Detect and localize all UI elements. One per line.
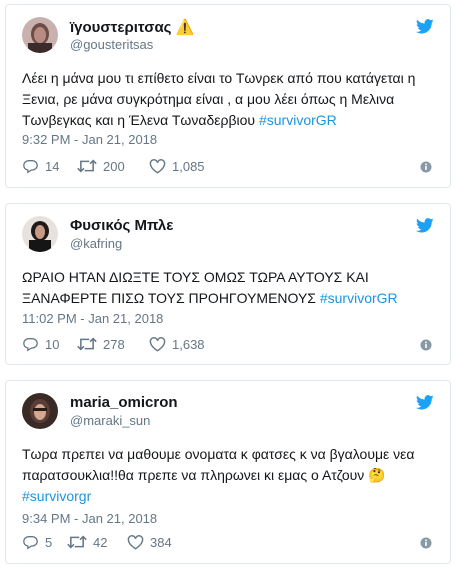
avatar[interactable]: [22, 393, 58, 429]
tweet-text: Τωρα πρεπει να μαθουμε ονοματα κ φατσες …: [22, 444, 434, 507]
retweet-icon: [77, 159, 97, 173]
tweet-body: Τωρα πρεπει να μαθουμε ονοματα κ φατσες …: [22, 446, 415, 483]
tweet-actions: 10 278 1,638: [22, 336, 434, 356]
thinking-face-emoji-icon: 🤔: [368, 467, 386, 483]
retweet-button[interactable]: 200: [77, 158, 125, 174]
like-count: 1,085: [172, 158, 205, 174]
retweet-button[interactable]: 42: [67, 534, 107, 550]
like-count: 1,638: [172, 336, 205, 352]
heart-icon: [127, 535, 144, 550]
retweet-count: 42: [93, 534, 108, 550]
reply-icon: [23, 536, 38, 550]
tweet-card[interactable]: maria_omicron @maraki_sun Τωρα πρεπει να…: [5, 380, 451, 564]
user-handle[interactable]: @maraki_sun: [70, 413, 150, 428]
reply-button[interactable]: 14: [22, 158, 59, 174]
retweet-count: 200: [103, 158, 125, 174]
display-name-text[interactable]: ïγουστεριτσας: [70, 19, 171, 36]
tweet-timestamp[interactable]: 9:32 PM - Jan 21, 2018: [22, 132, 157, 147]
tweet-header: Φυσικός Μπλε @kafring: [22, 216, 422, 256]
reply-count: 10: [45, 336, 60, 352]
avatar[interactable]: [22, 216, 58, 252]
tweet-timestamp[interactable]: 9:34 PM - Jan 21, 2018: [22, 511, 157, 526]
display-name[interactable]: maria_omicron: [70, 394, 178, 411]
like-button[interactable]: 1,638: [149, 336, 205, 352]
display-name[interactable]: Φυσικός Μπλε: [70, 217, 173, 234]
reply-count: 5: [45, 534, 53, 550]
tweet-timestamp[interactable]: 11:02 PM - Jan 21, 2018: [22, 311, 163, 326]
reply-icon: [23, 160, 38, 174]
tweet-body: Λέει η μάνα μου τι επίθετο είναι το Τωνρ…: [22, 70, 416, 128]
tweet-actions: 14 200 1,085: [22, 158, 434, 178]
user-handle[interactable]: @kafring: [70, 236, 122, 251]
info-icon[interactable]: [420, 537, 432, 549]
user-handle[interactable]: @gousteritsas: [70, 37, 153, 52]
like-button[interactable]: 1,085: [149, 158, 205, 174]
retweet-button[interactable]: 278: [77, 336, 125, 352]
reply-button[interactable]: 10: [22, 336, 59, 352]
tweet-header: ïγουστεριτσας ⚠️ @gousteritsas: [22, 17, 422, 57]
hashtag-link[interactable]: #survivorGR: [320, 290, 398, 306]
hashtag-link[interactable]: #survivorGR: [259, 112, 337, 128]
tweet-card[interactable]: Φυσικός Μπλε @kafring ΩΡΑΙΟ ΗΤΑΝ ΔΙΩΞΤΕ …: [5, 203, 451, 365]
twitter-bird-icon[interactable]: [416, 218, 434, 233]
tweet-body: ΩΡΑΙΟ ΗΤΑΝ ΔΙΩΞΤΕ ΤΟΥΣ ΟΜΩΣ ΤΩΡΑ ΑΥΤΟΥΣ …: [22, 269, 369, 306]
info-icon[interactable]: [420, 339, 432, 351]
hashtag-link[interactable]: #survivorgr: [22, 488, 91, 504]
warning-emoji-icon: ⚠️: [175, 19, 195, 36]
info-icon[interactable]: [420, 161, 432, 173]
tweet-header: maria_omicron @maraki_sun: [22, 393, 422, 433]
tweet-card[interactable]: ïγουστεριτσας ⚠️ @gousteritsas Λέει η μά…: [5, 4, 451, 188]
avatar[interactable]: [22, 17, 58, 53]
tweet-actions: 5 42 384: [22, 534, 434, 554]
reply-count: 14: [45, 158, 60, 174]
display-name[interactable]: ïγουστεριτσας ⚠️: [70, 18, 194, 36]
heart-icon: [149, 337, 166, 352]
heart-icon: [149, 159, 166, 174]
tweet-text: Λέει η μάνα μου τι επίθετο είναι το Τωνρ…: [22, 68, 434, 131]
retweet-icon: [67, 535, 87, 549]
twitter-bird-icon[interactable]: [416, 395, 434, 410]
reply-button[interactable]: 5: [22, 534, 52, 550]
retweet-count: 278: [103, 336, 125, 352]
twitter-bird-icon[interactable]: [416, 19, 434, 34]
reply-icon: [23, 338, 38, 352]
like-count: 384: [150, 534, 172, 550]
like-button[interactable]: 384: [127, 534, 172, 550]
tweet-text: ΩΡΑΙΟ ΗΤΑΝ ΔΙΩΞΤΕ ΤΟΥΣ ΟΜΩΣ ΤΩΡΑ ΑΥΤΟΥΣ …: [22, 267, 434, 309]
retweet-icon: [77, 337, 97, 351]
